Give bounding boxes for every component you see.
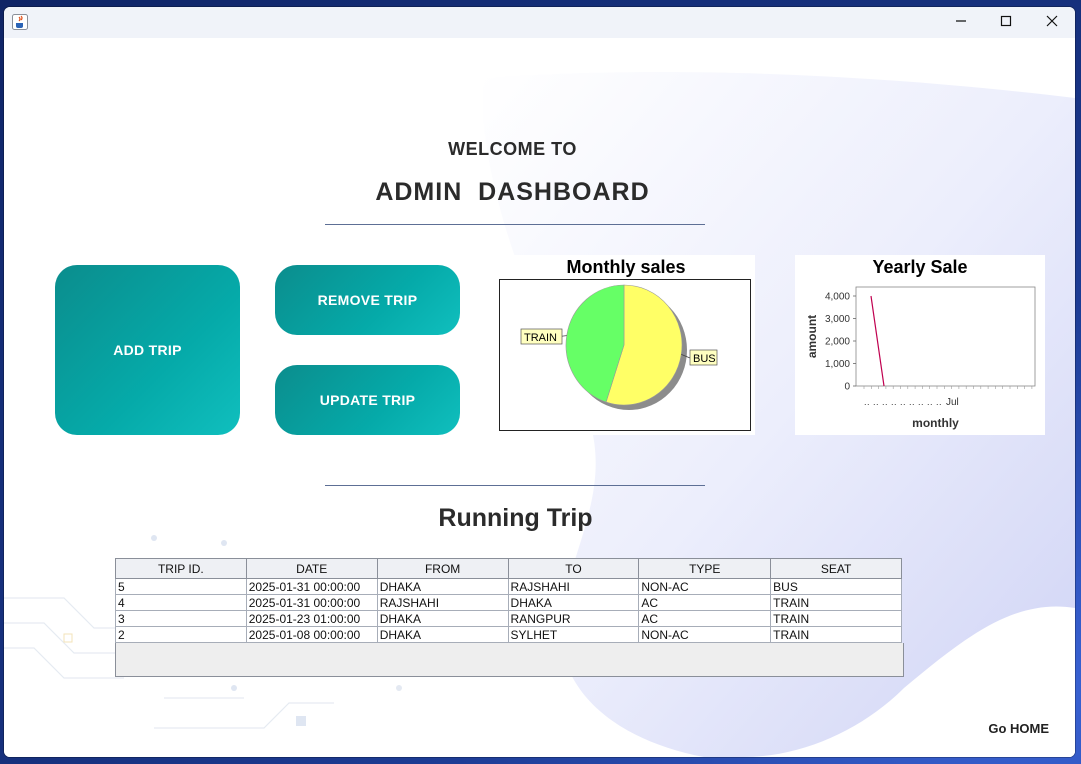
monthly-sales-chart: Monthly sales BUS TRAIN — [497, 255, 755, 435]
running-trip-table[interactable]: TRIP ID. DATE FROM TO TYPE SEAT 5 2025-0… — [115, 558, 902, 643]
minimize-icon — [955, 14, 967, 32]
table-row[interactable]: 2 2025-01-08 00:00:00 DHAKA SYLHET NON-A… — [115, 626, 902, 643]
table-cell: RANGPUR — [507, 610, 640, 627]
go-home-link[interactable]: Go HOME — [988, 721, 1049, 736]
table-cell: BUS — [770, 578, 902, 595]
y-tick-label: 4,000 — [825, 292, 850, 303]
table-cell: 3 — [115, 610, 247, 627]
table-cell: SYLHET — [507, 626, 640, 643]
table-cell: AC — [638, 594, 772, 611]
dashboard-content: WELCOME TO ADMIN DASHBOARD ADD TRIP REMO… — [4, 38, 1075, 757]
table-row[interactable]: 4 2025-01-31 00:00:00 RAJSHAHI DHAKA AC … — [115, 594, 902, 611]
column-header[interactable]: TO — [507, 558, 640, 579]
table-row[interactable]: 5 2025-01-31 00:00:00 DHAKA RAJSHAHI NON… — [115, 578, 902, 595]
section-divider — [325, 485, 705, 486]
y-tick-label: 3,000 — [825, 314, 850, 325]
table-empty-area — [115, 643, 904, 677]
table-cell: DHAKA — [507, 594, 640, 611]
dashboard-title: ADMIN DASHBOARD — [375, 178, 650, 206]
table-header-row: TRIP ID. DATE FROM TO TYPE SEAT — [115, 558, 902, 579]
welcome-heading: WELCOME TO — [448, 139, 577, 159]
x-axis-label: monthly — [912, 416, 959, 430]
pie-label-train: TRAIN — [520, 328, 563, 345]
remove-trip-button[interactable]: REMOVE TRIP — [275, 265, 460, 335]
table-cell: TRAIN — [770, 626, 902, 643]
pie-label-bus: BUS — [689, 349, 718, 366]
running-trip-heading: Running Trip — [438, 504, 593, 532]
table-cell: 2 — [115, 626, 247, 643]
table-row[interactable]: 3 2025-01-23 01:00:00 DHAKA RANGPUR AC T… — [115, 610, 902, 627]
table-cell: 2025-01-23 01:00:00 — [245, 610, 378, 627]
table-cell: RAJSHAHI — [507, 578, 640, 595]
table-cell: NON-AC — [638, 578, 772, 595]
close-icon — [1046, 14, 1058, 32]
x-tick-label: Jul — [946, 397, 959, 408]
title-bar[interactable] — [4, 7, 1075, 38]
maximize-button[interactable] — [983, 7, 1029, 38]
table-cell: DHAKA — [376, 578, 509, 595]
table-cell: NON-AC — [638, 626, 772, 643]
maximize-icon — [1000, 14, 1012, 32]
close-button[interactable] — [1029, 7, 1075, 38]
y-tick-label: 0 — [844, 382, 850, 393]
yearly-sale-chart: Yearly Sale 4,000 3,000 2,000 1,000 0.. .. .… — [795, 255, 1045, 435]
y-tick-label: 1,000 — [825, 359, 850, 370]
table-cell: 4 — [115, 594, 247, 611]
y-tick-label: 2,000 — [825, 337, 850, 348]
minimize-button[interactable] — [938, 7, 984, 38]
update-trip-button[interactable]: UPDATE TRIP — [275, 365, 460, 435]
column-header[interactable]: DATE — [245, 558, 378, 579]
table-cell: 2025-01-31 00:00:00 — [245, 594, 378, 611]
table-cell: AC — [638, 610, 772, 627]
title-divider — [325, 224, 705, 225]
x-tick-dots: .. .. .. .. .. .. .. .. .. — [864, 397, 942, 407]
app-window: WELCOME TO ADMIN DASHBOARD ADD TRIP REMO… — [4, 7, 1075, 757]
line-chart-plot: 4,000 3,000 2,000 1,000 0 .. .. .. .. .. .. .… — [805, 286, 1036, 430]
y-axis-label: amount — [805, 315, 819, 358]
plot-area — [855, 286, 1036, 387]
table-cell: 5 — [115, 578, 247, 595]
column-header[interactable]: SEAT — [770, 558, 902, 579]
table-cell: TRAIN — [770, 594, 902, 611]
pie-chart-plot: BUS TRAIN — [499, 279, 751, 431]
table-cell: RAJSHAHI — [376, 594, 509, 611]
column-header[interactable]: TYPE — [638, 558, 772, 579]
table-cell: 2025-01-31 00:00:00 — [245, 578, 378, 595]
table-cell: DHAKA — [376, 610, 509, 627]
column-header[interactable]: TRIP ID. — [115, 558, 247, 579]
pie-label-text: TRAIN — [524, 332, 557, 344]
add-trip-button[interactable]: ADD TRIP — [55, 265, 240, 435]
table-cell: TRAIN — [770, 610, 902, 627]
java-cup-icon — [12, 14, 28, 30]
table-cell: DHAKA — [376, 626, 509, 643]
column-header[interactable]: FROM — [376, 558, 509, 579]
pie-label-text: BUS — [693, 353, 716, 365]
table-cell: 2025-01-08 00:00:00 — [245, 626, 378, 643]
